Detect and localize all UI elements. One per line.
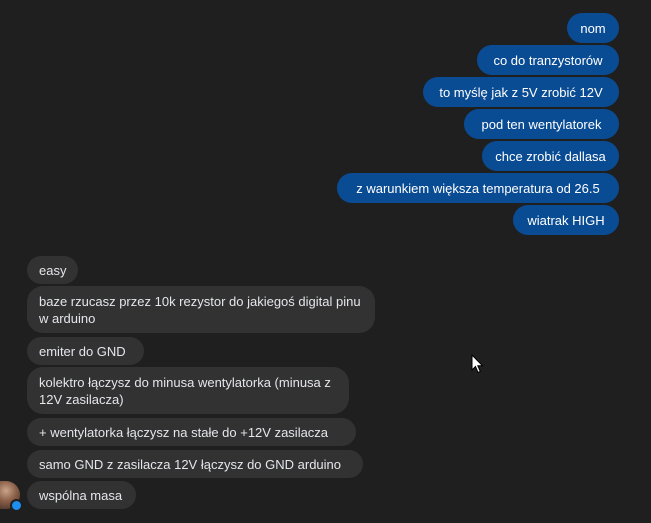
contact-avatar[interactable] xyxy=(0,481,23,512)
incoming-message[interactable]: easy xyxy=(27,256,78,284)
outgoing-message[interactable]: nom xyxy=(567,13,619,43)
outgoing-message[interactable]: wiatrak HIGH xyxy=(513,205,619,235)
incoming-message[interactable]: + wentylatorka łączysz na stałe do +12V … xyxy=(27,418,356,446)
incoming-message[interactable]: wspólna masa xyxy=(27,481,136,509)
online-status-icon xyxy=(10,499,23,512)
arrow-cursor-icon xyxy=(471,354,484,374)
chat-thread: nom co do tranzystorów to myślę jak z 5V… xyxy=(0,0,651,523)
outgoing-message[interactable]: co do tranzystorów xyxy=(477,45,619,75)
outgoing-message[interactable]: to myślę jak z 5V zrobić 12V xyxy=(423,77,619,107)
outgoing-message[interactable]: chce zrobić dallasa xyxy=(482,141,619,171)
incoming-message[interactable]: emiter do GND xyxy=(27,337,144,365)
outgoing-message[interactable]: pod ten wentylatorek xyxy=(464,109,619,139)
incoming-message[interactable]: baze rzucasz przez 10k rezystor do jakie… xyxy=(27,286,375,333)
outgoing-message[interactable]: z warunkiem większa temperatura od 26.5 xyxy=(337,173,619,203)
incoming-message[interactable]: samo GND z zasilacza 12V łączysz do GND … xyxy=(27,450,363,478)
incoming-message[interactable]: kolektro łączysz do minusa wentylatorka … xyxy=(27,367,349,414)
